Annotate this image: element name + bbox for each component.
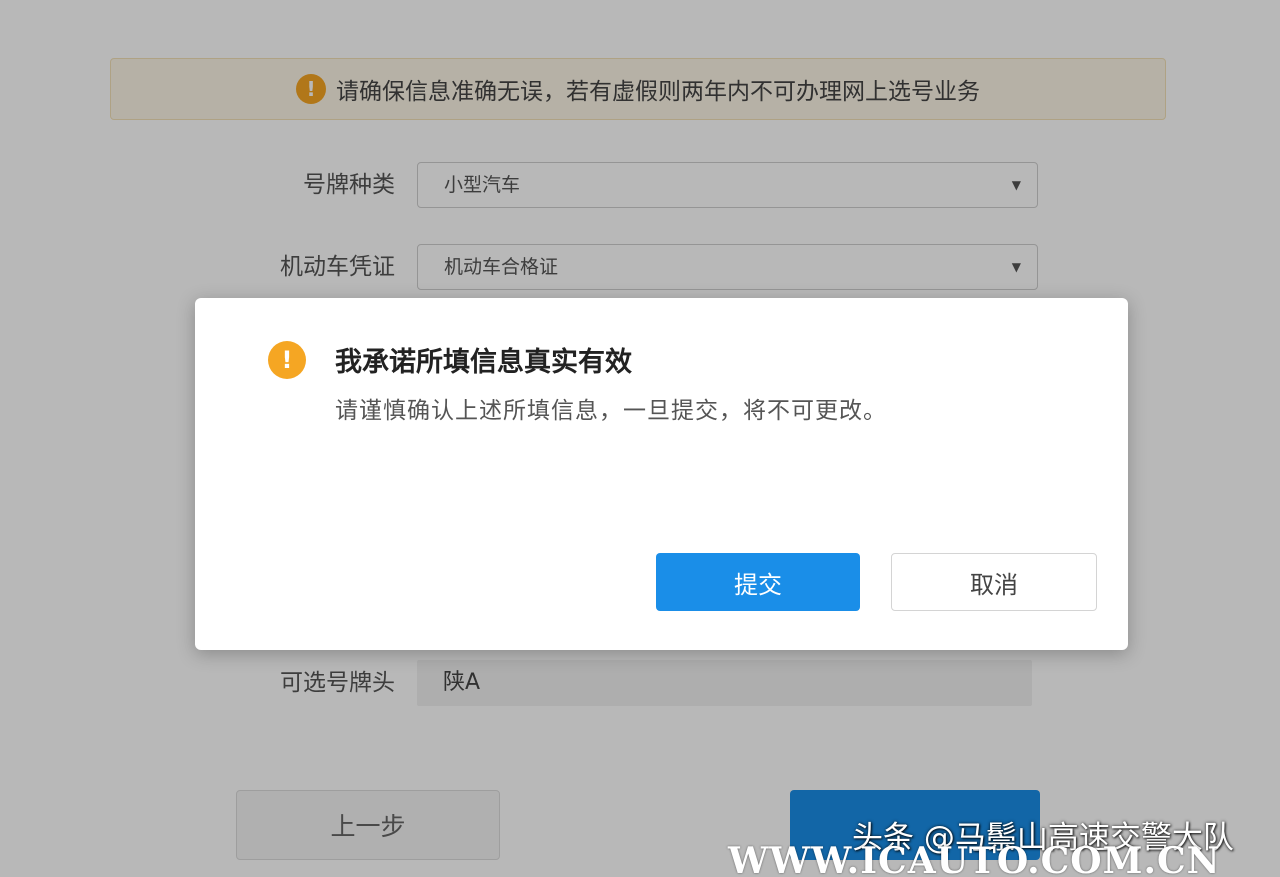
cancel-button[interactable]: 取消 [891, 553, 1097, 611]
watermark-site: WWW.ICAUTO.COM.CN [728, 840, 1221, 877]
exclamation-circle-icon: ! [268, 341, 306, 379]
confirm-dialog: ! 我承诺所填信息真实有效 请谨慎确认上述所填信息，一旦提交，将不可更改。 提交… [195, 298, 1128, 650]
submit-button[interactable]: 提交 [656, 553, 860, 611]
dialog-title: 我承诺所填信息真实有效 [335, 347, 632, 378]
dialog-message: 请谨慎确认上述所填信息，一旦提交，将不可更改。 [335, 398, 887, 424]
